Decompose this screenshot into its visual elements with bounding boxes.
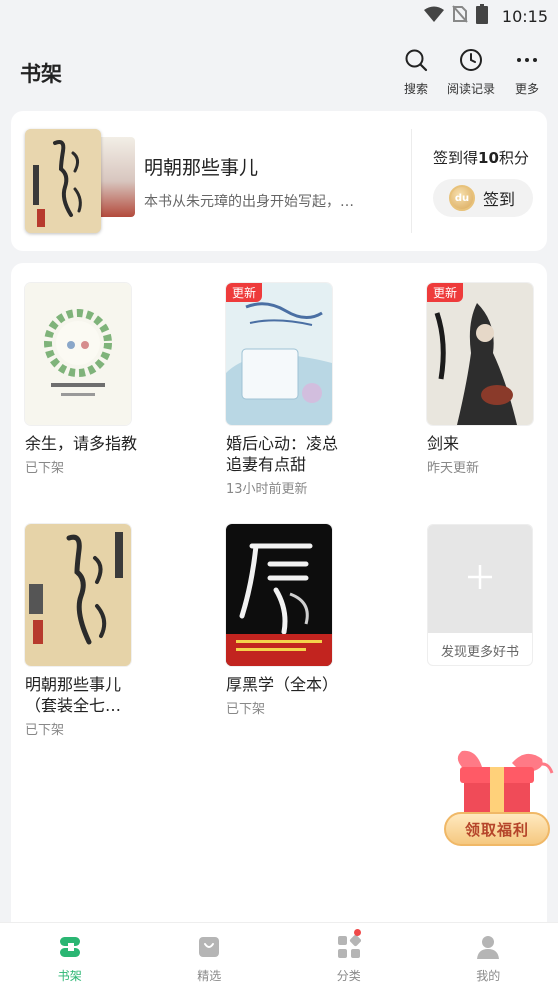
bottom-tab-bar: 书架 精选 分类 我的 (0, 922, 558, 992)
reward-widget[interactable]: 领取福利 (442, 745, 554, 850)
book-cover[interactable] (25, 524, 131, 666)
search-icon (404, 48, 428, 76)
header: 书架 搜索 阅读记录 更多 (0, 32, 558, 108)
search-label: 搜索 (403, 82, 428, 96)
category-icon (337, 934, 361, 963)
book-cover[interactable]: 更新 (226, 283, 332, 425)
current-book-title[interactable]: 明朝那些事儿 (144, 153, 258, 180)
person-icon (476, 935, 500, 963)
checkin-button-label: 签到 (483, 190, 516, 209)
reading-history-label: 阅读记录 (446, 82, 495, 96)
book-title: 厚黑学（全本） (226, 675, 339, 694)
reading-history-button[interactable]: 阅读记录 (441, 48, 501, 97)
discover-more-button[interactable]: 发现更多好书 (427, 524, 557, 666)
bag-icon (197, 935, 221, 963)
more-button[interactable]: 更多 (497, 48, 557, 97)
book-status: 昨天更新 (427, 461, 480, 476)
update-badge: 更新 (427, 283, 464, 302)
book-status: 13小时前更新 (226, 482, 308, 497)
book-item[interactable]: 余生，请多指教 已下架 (25, 283, 155, 476)
update-badge: 更新 (226, 283, 263, 302)
checkin-button[interactable]: du 签到 (433, 179, 533, 217)
no-sim-icon (452, 5, 468, 27)
book-title: 剑来 (427, 434, 460, 453)
tab-profile-label: 我的 (476, 969, 501, 983)
more-label: 更多 (514, 82, 539, 96)
page-title: 书架 (20, 62, 62, 86)
clock-icon (459, 48, 483, 76)
current-book-description[interactable]: 本书从朱元璋的出身开始写起，… (144, 191, 394, 211)
tab-category-label: 分类 (336, 969, 361, 983)
checkin-reward-text: 签到得10积分 (433, 149, 529, 167)
reading-card: 明朝那些事儿 本书从朱元璋的出身开始写起，… 签到得10积分 du 签到 (11, 111, 547, 251)
status-time: 10:15 (501, 6, 548, 26)
tab-bookshelf[interactable]: 书架 (0, 923, 140, 992)
divider (411, 129, 412, 233)
book-cover[interactable]: 更新 (427, 283, 533, 425)
tab-featured[interactable]: 精选 (140, 923, 280, 992)
status-bar: 10:15 (0, 0, 558, 32)
bookshelf-icon (58, 935, 82, 963)
book-status: 已下架 (226, 702, 266, 717)
claim-reward-button[interactable]: 领取福利 (444, 812, 550, 846)
book-cover[interactable] (226, 524, 332, 666)
wifi-icon (423, 6, 444, 26)
secondary-book-cover[interactable] (95, 137, 135, 217)
coin-icon: du (449, 185, 475, 211)
plus-icon (467, 564, 493, 594)
tab-featured-label: 精选 (197, 969, 222, 983)
tab-profile[interactable]: 我的 (419, 923, 558, 992)
discover-more-label: 发现更多好书 (440, 644, 519, 660)
book-item[interactable]: 明朝那些事儿（套装全七… 已下架 (25, 524, 155, 738)
search-button[interactable]: 搜索 (386, 48, 446, 97)
tab-bookshelf-label: 书架 (57, 969, 82, 983)
book-status: 已下架 (25, 461, 65, 476)
book-status: 已下架 (25, 723, 65, 738)
current-book-cover[interactable] (25, 129, 101, 233)
book-item[interactable]: 更新 婚后心动：凌总追妻有点甜 13小时前更新 (226, 283, 356, 497)
book-title: 婚后心动：凌总追妻有点甜 (226, 434, 339, 474)
battery-icon (475, 4, 488, 28)
discover-more-card[interactable]: 发现更多好书 (427, 524, 533, 666)
more-icon (515, 48, 539, 76)
tab-category[interactable]: 分类 (279, 923, 419, 992)
book-item[interactable]: 厚黑学（全本） 已下架 (226, 524, 356, 717)
book-title: 明朝那些事儿（套装全七… (25, 675, 122, 715)
book-item[interactable]: 更新 剑来 昨天更新 (427, 283, 557, 476)
book-title: 余生，请多指教 (25, 434, 138, 453)
book-cover[interactable] (25, 283, 131, 425)
notification-dot (354, 929, 361, 936)
